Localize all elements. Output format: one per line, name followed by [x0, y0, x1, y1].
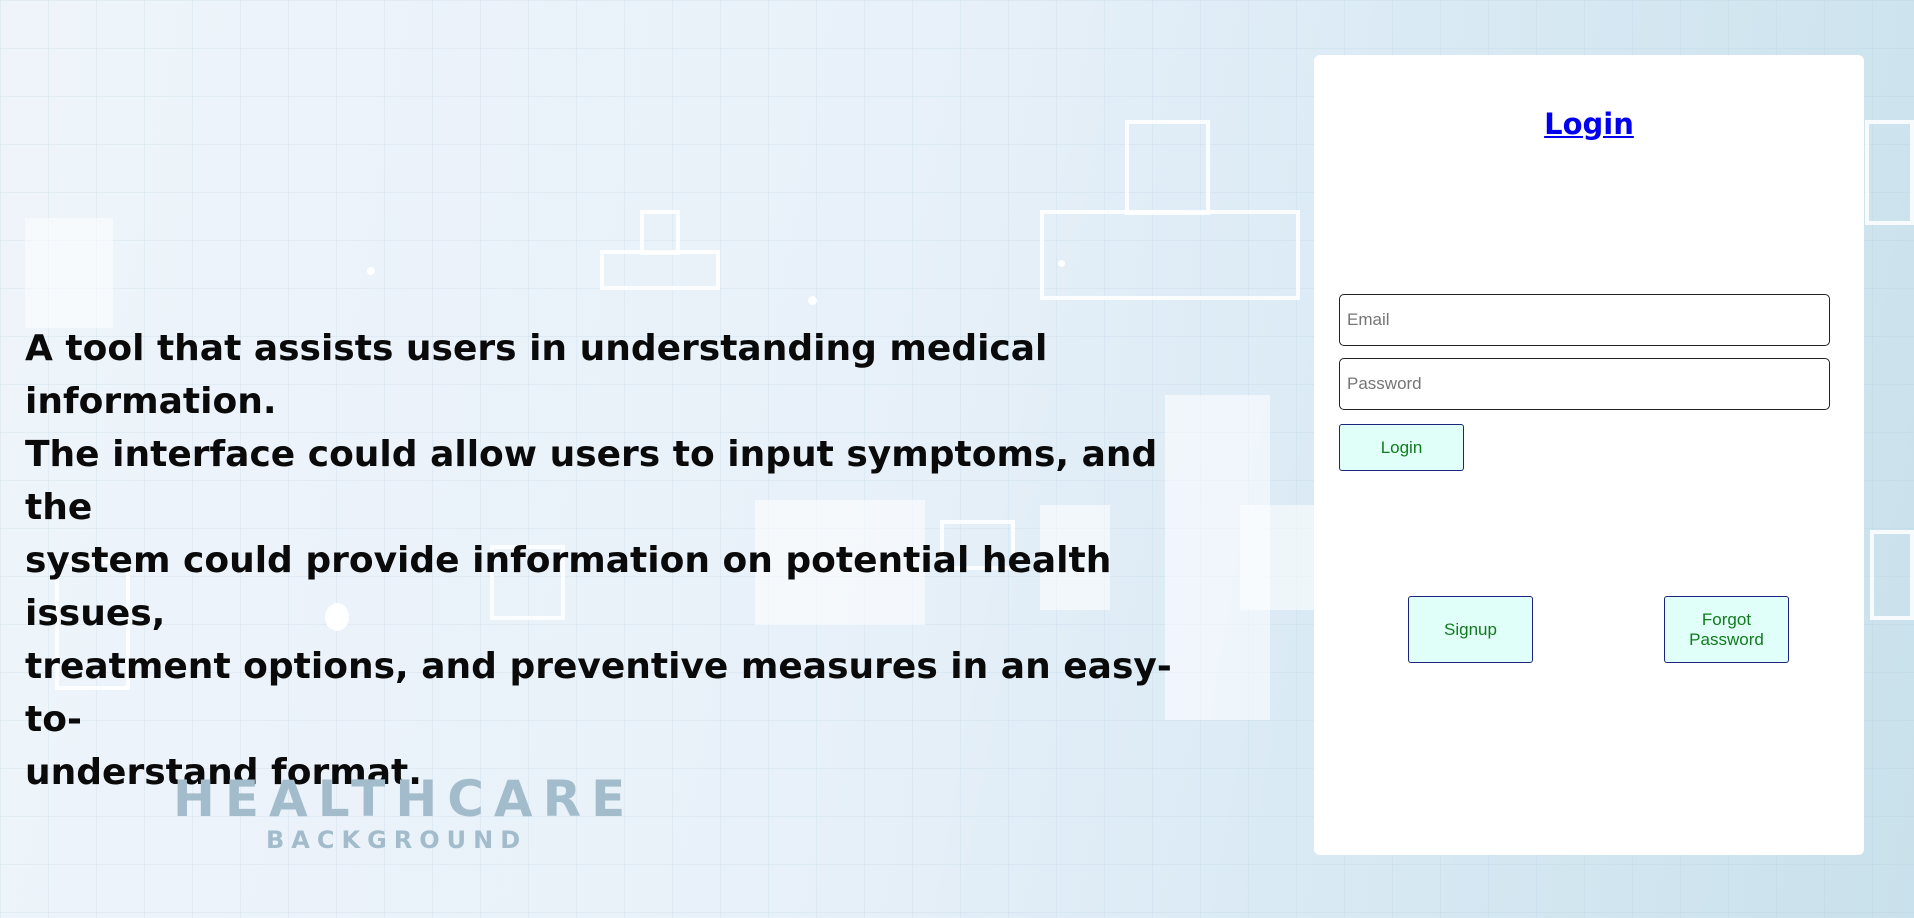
decorative-dot	[808, 296, 817, 305]
decorative-dot	[367, 267, 375, 275]
hero-line: The interface could allow users to input…	[25, 434, 1158, 528]
login-card: Login Login Signup Forgot Password	[1314, 55, 1864, 855]
decorative-cross	[1865, 120, 1914, 225]
hero-description: A tool that assists users in understandi…	[25, 322, 1225, 799]
decorative-dot	[1058, 260, 1065, 267]
decorative-cross	[1870, 530, 1914, 620]
decorative-cross	[640, 210, 680, 255]
email-field[interactable]	[1339, 294, 1830, 346]
login-title-link[interactable]: Login	[1314, 107, 1864, 141]
password-field[interactable]	[1339, 358, 1830, 410]
decorative-cross	[1125, 120, 1210, 215]
decorative-cross	[25, 218, 113, 328]
signup-button[interactable]: Signup	[1408, 596, 1533, 663]
login-button[interactable]: Login	[1339, 424, 1464, 471]
watermark-title: HEALTHCARE	[173, 770, 636, 828]
forgot-password-button[interactable]: Forgot Password	[1664, 596, 1789, 663]
decorative-cross	[600, 250, 720, 290]
watermark-subtitle: BACKGROUND	[266, 826, 528, 854]
page-background: A tool that assists users in understandi…	[0, 0, 1914, 918]
decorative-cross	[1040, 210, 1300, 300]
hero-line: system could provide information on pote…	[25, 540, 1112, 634]
decorative-cross	[1240, 505, 1314, 610]
hero-line: A tool that assists users in understandi…	[25, 328, 1048, 422]
hero-line: treatment options, and preventive measur…	[25, 646, 1172, 740]
